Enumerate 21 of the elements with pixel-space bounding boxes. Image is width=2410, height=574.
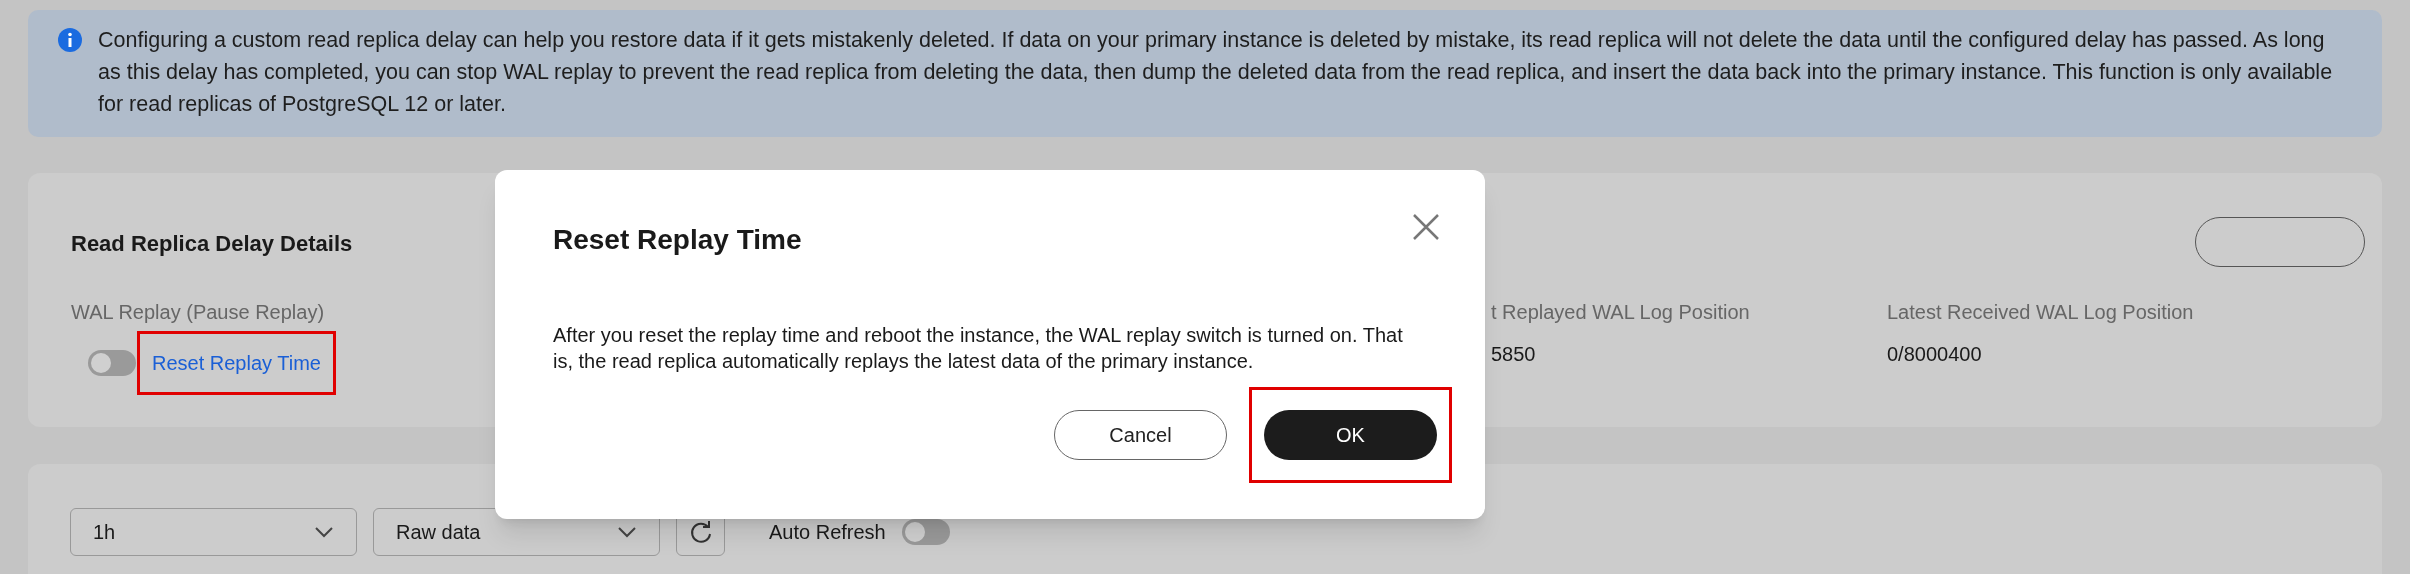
outline-button[interactable]: [2195, 217, 2365, 267]
close-icon[interactable]: [1411, 212, 1441, 242]
ok-button[interactable]: OK: [1264, 410, 1437, 460]
field-label: Latest Received WAL Log Position: [1887, 300, 2195, 325]
field-label: t Replayed WAL Log Position: [1491, 300, 1751, 325]
chevron-down-icon: [617, 526, 637, 538]
field-label: WAL Replay (Pause Replay): [71, 300, 325, 325]
cancel-button[interactable]: Cancel: [1054, 410, 1227, 460]
dialog-message: After you reset the replay time and reboot the instance, the WAL replay switch is turned on. That is, the read replica automatically replays the latest data of the primary instance.: [553, 323, 1404, 374]
toggle-switch[interactable]: [901, 519, 950, 545]
dialog-title: Reset Replay Time: [553, 223, 802, 257]
notice-text: Configuring a custom read replica delay can help you restore data if it gets mistakenly deleted. If data on your primary instance is deleted by mistake, its read replica will not delete the data until the configured delay has passed. As long as this delay has completed, you can stop WAL replay to prevent the read replica from deleting the data, then dump the deleted data from the read replica, and insert the data back into the primary instance. This function is only available for read replicas of PostgreSQL 12 or later.: [98, 27, 2334, 118]
card-title: Read Replica Delay Details: [71, 230, 353, 258]
auto-refresh-label: Auto Refresh: [769, 520, 886, 545]
toggle-switch[interactable]: [88, 350, 136, 376]
field-value: 0/8000400: [1887, 342, 1983, 367]
chevron-down-icon: [314, 526, 334, 538]
period-dropdown[interactable]: 1h: [70, 508, 357, 556]
reset-replay-link[interactable]: Reset Replay Time: [152, 348, 321, 378]
field-value: 5850: [1491, 342, 1537, 367]
info-icon: [58, 28, 82, 52]
